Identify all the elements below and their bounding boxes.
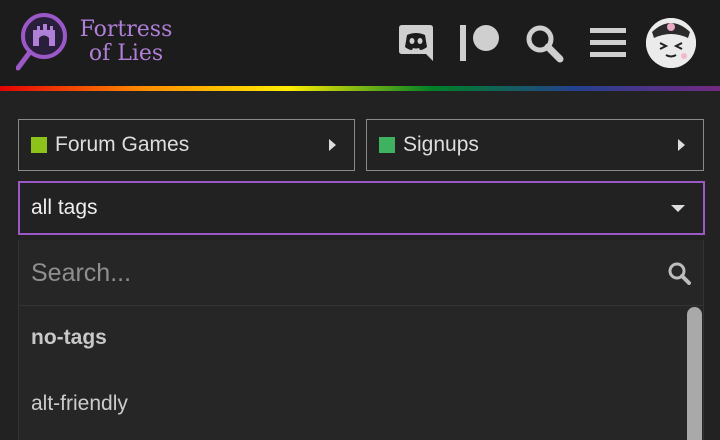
category-color-swatch (31, 137, 47, 153)
search-icon[interactable] (667, 261, 691, 285)
rainbow-divider (0, 86, 720, 91)
discord-button[interactable] (393, 20, 439, 66)
logo-line-1: Fortress (79, 17, 173, 42)
category-dropdown[interactable]: Forum Games (18, 119, 355, 171)
search-button[interactable] (521, 20, 567, 66)
tags-dropdown[interactable]: all tags (18, 181, 705, 235)
scrollbar-thumb[interactable] (687, 307, 702, 440)
caret-down-icon (671, 204, 685, 212)
discord-icon (399, 25, 433, 61)
tag-option-alt-friendly[interactable]: alt-friendly (19, 372, 683, 436)
subcategory-color-swatch (379, 137, 395, 153)
patreon-icon (460, 25, 499, 61)
site-logo[interactable]: Fortress of Lies (16, 12, 176, 74)
menu-button[interactable] (585, 20, 631, 66)
tag-search-input[interactable] (31, 252, 651, 294)
subcategory-label: Signups (403, 133, 479, 156)
tag-option-no-tags[interactable]: no-tags (19, 306, 683, 370)
site-header: Fortress of Lies (0, 0, 720, 86)
patreon-button[interactable] (457, 20, 503, 66)
category-label: Forum Games (55, 133, 190, 156)
user-avatar[interactable] (646, 18, 696, 68)
caret-right-icon (678, 139, 685, 151)
hamburger-menu-icon (590, 28, 626, 57)
tags-label: all tags (31, 196, 98, 219)
search-icon (526, 25, 564, 63)
caret-right-icon (329, 139, 336, 151)
avatar-character-icon (646, 18, 696, 68)
tags-dropdown-menu: no-tags alt-friendly (18, 240, 704, 440)
castle-magnifier-icon (16, 13, 67, 71)
tag-search-row (19, 240, 703, 306)
dropdown-scrollbar[interactable] (686, 306, 703, 440)
tag-option-label: alt-friendly (31, 392, 128, 415)
logo-text: Fortress of Lies (78, 18, 174, 66)
subcategory-dropdown[interactable]: Signups (366, 119, 704, 171)
logo-line-2: of Lies (88, 41, 164, 66)
tag-option-label: no-tags (31, 326, 107, 349)
